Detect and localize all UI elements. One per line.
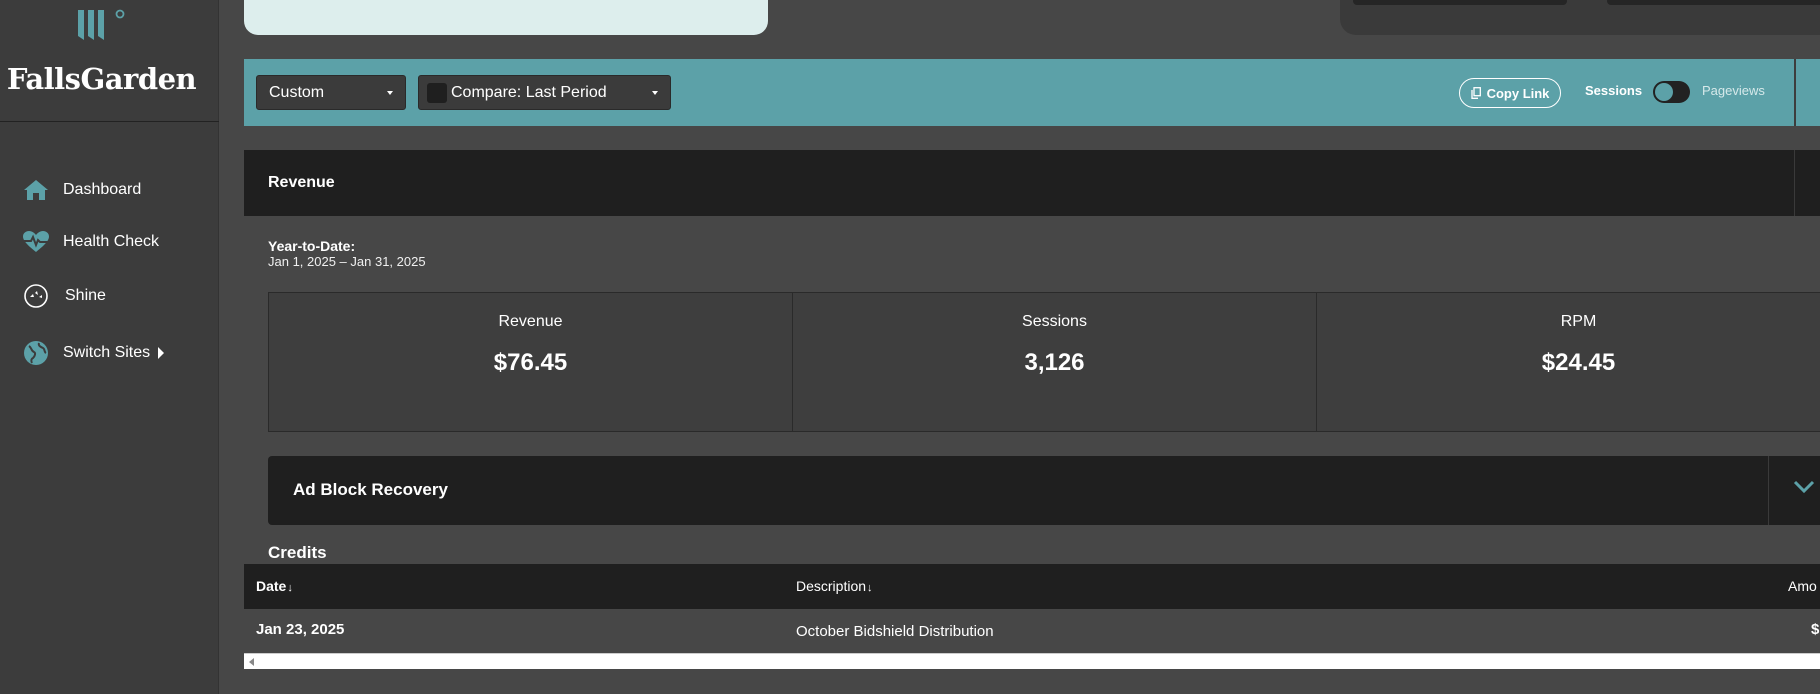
column-header-date[interactable]: Date↓ <box>256 578 293 594</box>
ytd-range: Jan 1, 2025 – Jan 31, 2025 <box>268 254 426 269</box>
row-description: October Bidshield Distribution <box>796 623 994 640</box>
sidebar: FallsGarden Dashboard Health Check Shine <box>0 0 219 694</box>
column-header-amount[interactable]: Amo <box>1788 578 1817 594</box>
copy-link-label: Copy Link <box>1486 85 1550 101</box>
row-amount: $ <box>1811 621 1820 638</box>
date-range-value: Custom <box>269 83 325 101</box>
chevron-down-icon <box>652 91 658 95</box>
toggle-knob <box>1655 83 1673 101</box>
toggle-sessions-label: Sessions <box>1585 83 1643 98</box>
sessions-pageviews-toggle[interactable] <box>1653 81 1690 103</box>
scroll-left-icon[interactable] <box>249 658 254 666</box>
sidebar-item-health-check[interactable]: Health Check <box>22 228 159 256</box>
sidebar-divider <box>0 121 219 122</box>
globe-icon <box>22 339 50 367</box>
credits-table-header: Date↓ Description↓ Amo <box>244 564 1820 609</box>
sidebar-item-switch-sites[interactable]: Switch Sites <box>22 339 165 367</box>
filter-bar: Custom Compare: Last Period Copy Link Se… <box>244 59 1820 126</box>
metric-cards: Revenue $76.45 Sessions 3,126 RPM $24.45 <box>268 292 1820 432</box>
metric-label: Revenue <box>498 313 563 330</box>
caret-right-icon <box>158 347 165 359</box>
compare-checkbox[interactable] <box>427 82 447 103</box>
sidebar-item-label: Dashboard <box>63 181 142 198</box>
metric-card-rpm: RPM $24.45 <box>1317 293 1820 431</box>
table-row: Jan 23, 2025 October Bidshield Distribut… <box>244 609 1820 653</box>
brand-name[interactable]: FallsGarden <box>0 62 203 96</box>
copy-link-button[interactable]: Copy Link <box>1459 78 1561 108</box>
compare-select[interactable]: Compare: Last Period <box>418 75 671 110</box>
row-date: Jan 23, 2025 <box>256 621 345 638</box>
top-card <box>244 0 768 35</box>
metric-value: 3,126 <box>1024 349 1085 376</box>
sidebar-item-label: Health Check <box>63 233 160 250</box>
chevron-down-icon[interactable] <box>1793 480 1815 499</box>
metric-value: $24.45 <box>1541 349 1616 376</box>
top-right-bar <box>1607 0 1820 5</box>
horizontal-scrollbar[interactable] <box>244 653 1820 669</box>
home-icon <box>22 176 50 204</box>
ytd-label: Year-to-Date: <box>268 238 356 254</box>
app-root: FallsGarden Dashboard Health Check Shine <box>0 0 1820 694</box>
sidebar-item-dashboard[interactable]: Dashboard <box>22 176 141 204</box>
date-range-select[interactable]: Custom <box>256 75 406 110</box>
credits-title: Credits <box>268 543 327 562</box>
top-right-panel <box>1340 0 1820 35</box>
sidebar-item-label: Shine <box>65 287 106 304</box>
revenue-title: Revenue <box>268 174 335 191</box>
sidebar-item-shine[interactable]: Shine <box>22 282 106 310</box>
metric-card-revenue: Revenue $76.45 <box>269 293 793 431</box>
sort-arrow-icon: ↓ <box>867 582 873 594</box>
ad-block-recovery-title: Ad Block Recovery <box>293 480 448 499</box>
revenue-header: Revenue <box>244 150 1820 216</box>
metric-value: $76.45 <box>493 349 568 376</box>
filter-bar-divider <box>1794 59 1796 126</box>
metric-card-sessions: Sessions 3,126 <box>793 293 1317 431</box>
heartbeat-icon <box>22 228 50 256</box>
falls-logo-icon[interactable] <box>76 6 128 42</box>
ad-block-recovery-accordion[interactable]: Ad Block Recovery <box>268 456 1820 525</box>
toggle-pageviews-label: Pageviews <box>1702 83 1765 98</box>
compare-value: Compare: Last Period <box>451 83 607 101</box>
sparkle-icon <box>22 282 50 310</box>
copy-icon <box>1470 87 1481 99</box>
metric-label: Sessions <box>1022 313 1087 330</box>
sort-arrow-icon: ↓ <box>287 582 293 594</box>
chevron-down-icon <box>387 91 393 95</box>
accordion-divider <box>1768 456 1769 525</box>
top-right-bar <box>1353 0 1567 5</box>
sidebar-item-label: Switch Sites <box>63 344 151 361</box>
header-divider <box>1794 150 1795 216</box>
column-header-description[interactable]: Description↓ <box>796 578 873 594</box>
metric-label: RPM <box>1560 313 1597 330</box>
